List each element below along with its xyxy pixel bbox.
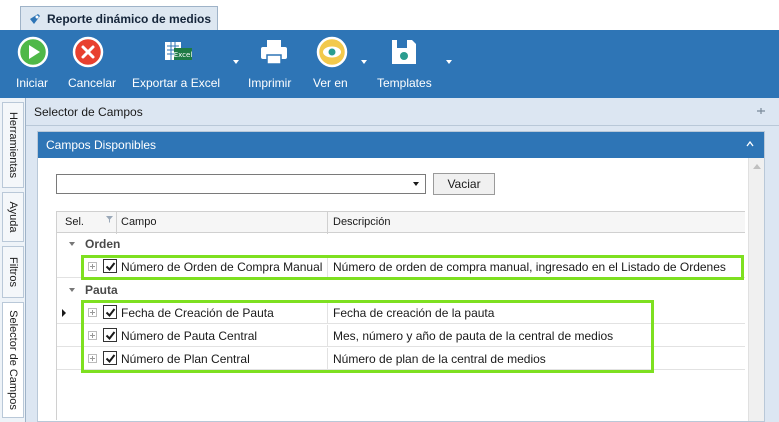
column-divider — [116, 212, 117, 234]
selector-body: Campos Disponibles Vaciar Sel. Campo Des… — [26, 126, 779, 422]
cancel-button-label: Cancelar — [68, 76, 117, 90]
table-row[interactable]: Número de Pauta Central Mes, número y añ… — [57, 325, 745, 347]
checkmark-icon — [105, 308, 116, 318]
fields-grid: Sel. Campo Descripción Orden Número de O… — [56, 211, 745, 420]
side-tab-bar: Herramientas Ayuda Filtros Selector de C… — [0, 98, 26, 422]
select-checkbox[interactable] — [103, 259, 117, 273]
view-in-dropdown-caret[interactable] — [361, 60, 367, 64]
expand-icon[interactable] — [88, 262, 97, 271]
save-disk-icon — [392, 40, 416, 64]
cell-divider — [327, 348, 328, 370]
field-name: Número de Pauta Central — [121, 329, 258, 343]
available-fields-title: Campos Disponibles — [46, 138, 157, 152]
vertical-scrollbar[interactable] — [748, 158, 764, 421]
excel-icon-text: Excel — [174, 51, 193, 59]
side-tab-herramientas-label: Herramientas — [7, 111, 19, 179]
side-tab-herramientas[interactable]: Herramientas — [2, 102, 24, 188]
side-tab-filtros-label: Filtros — [7, 257, 19, 287]
field-name: Fecha de Creación de Pauta — [121, 306, 274, 320]
export-dropdown-caret[interactable] — [233, 60, 239, 64]
cell-divider — [327, 325, 328, 347]
column-sel[interactable]: Sel. — [65, 216, 84, 228]
export-excel-button-label: Exportar a Excel — [132, 76, 221, 90]
table-row[interactable]: Número de Orden de Compra Manual Número … — [57, 256, 745, 278]
cancel-button[interactable]: Cancelar — [60, 30, 120, 98]
group-row-orden[interactable]: Orden — [57, 234, 745, 255]
available-fields-panel: Campos Disponibles Vaciar Sel. Campo Des… — [37, 131, 765, 422]
expand-icon[interactable] — [88, 308, 97, 317]
expand-icon[interactable] — [88, 354, 97, 363]
selector-title: Selector de Campos — [34, 105, 143, 119]
templates-dropdown-caret[interactable] — [446, 60, 452, 64]
clear-button[interactable]: Vaciar — [433, 173, 495, 195]
table-row[interactable]: Número de Plan Central Número de plan de… — [57, 348, 745, 370]
available-fields-header[interactable]: Campos Disponibles — [38, 132, 764, 158]
side-tab-selector-campos[interactable]: Selector de Campos — [2, 302, 24, 418]
cell-divider — [327, 256, 328, 278]
report-icon — [30, 13, 40, 24]
start-button-label: Iniciar — [16, 76, 49, 90]
field-description: Número de plan de la central de medios — [333, 352, 546, 366]
field-description: Fecha de creación de la pauta — [333, 306, 495, 320]
start-button[interactable]: Iniciar — [0, 30, 52, 98]
column-descripcion[interactable]: Descripción — [333, 216, 390, 228]
print-button-label: Imprimir — [248, 76, 292, 90]
chevron-down-icon[interactable] — [69, 242, 75, 246]
side-tab-ayuda-label: Ayuda — [7, 201, 19, 233]
side-tab-ayuda[interactable]: Ayuda — [2, 192, 24, 242]
expand-icon[interactable] — [88, 331, 97, 340]
field-description: Mes, número y año de pauta de la central… — [333, 329, 614, 343]
export-excel-button[interactable]: Excel Exportar a Excel — [126, 30, 232, 98]
checkmark-icon — [105, 354, 116, 364]
chevron-up-icon[interactable] — [746, 141, 754, 147]
group-label: Pauta — [85, 283, 118, 297]
column-campo[interactable]: Campo — [121, 216, 156, 228]
column-divider — [327, 212, 328, 234]
chevron-down-icon[interactable] — [413, 182, 419, 186]
select-checkbox[interactable] — [103, 305, 117, 319]
group-label: Orden — [85, 237, 121, 251]
templates-button[interactable]: Templates — [372, 30, 440, 98]
group-row-pauta[interactable]: Pauta — [57, 280, 745, 301]
field-name: Número de Plan Central — [121, 352, 250, 366]
field-description: Número de orden de compra manual, ingres… — [333, 260, 726, 274]
select-checkbox[interactable] — [103, 351, 117, 365]
document-tab-title: Reporte dinámico de medios — [47, 11, 212, 26]
cancel-icon — [72, 36, 104, 68]
print-button[interactable]: Imprimir — [244, 30, 304, 98]
document-tab-strip: Reporte dinámico de medios — [0, 0, 779, 30]
field-combo[interactable] — [56, 174, 426, 194]
checkmark-icon — [105, 331, 116, 341]
templates-button-label: Templates — [377, 76, 432, 90]
view-in-button-label: Ver en — [313, 76, 348, 90]
cell-divider — [327, 302, 328, 324]
checkmark-icon — [105, 262, 116, 272]
chevron-down-icon[interactable] — [69, 288, 75, 292]
table-row[interactable]: Fecha de Creación de Pauta Fecha de crea… — [57, 302, 745, 324]
document-tab[interactable]: Reporte dinámico de medios — [20, 6, 218, 30]
select-checkbox[interactable] — [103, 328, 117, 342]
pin-icon[interactable] — [757, 107, 765, 115]
selector-header: Selector de Campos — [26, 98, 779, 126]
view-in-button[interactable]: Ver en — [310, 30, 356, 98]
excel-icon: Excel — [165, 42, 193, 60]
printer-icon — [261, 40, 287, 65]
current-row-indicator-icon — [62, 309, 66, 317]
eye-icon — [316, 36, 348, 68]
scroll-up-arrow[interactable] — [753, 164, 761, 169]
side-tab-filtros[interactable]: Filtros — [2, 246, 24, 298]
play-icon — [17, 36, 49, 68]
field-name: Número de Orden de Compra Manual — [121, 260, 323, 274]
grid-header: Sel. Campo Descripción — [57, 211, 745, 234]
ribbon-toolbar: Iniciar Cancelar Excel Exportar a Excel … — [0, 30, 779, 98]
side-tab-selector-campos-label: Selector de Campos — [7, 310, 19, 410]
filter-icon[interactable] — [106, 216, 113, 223]
